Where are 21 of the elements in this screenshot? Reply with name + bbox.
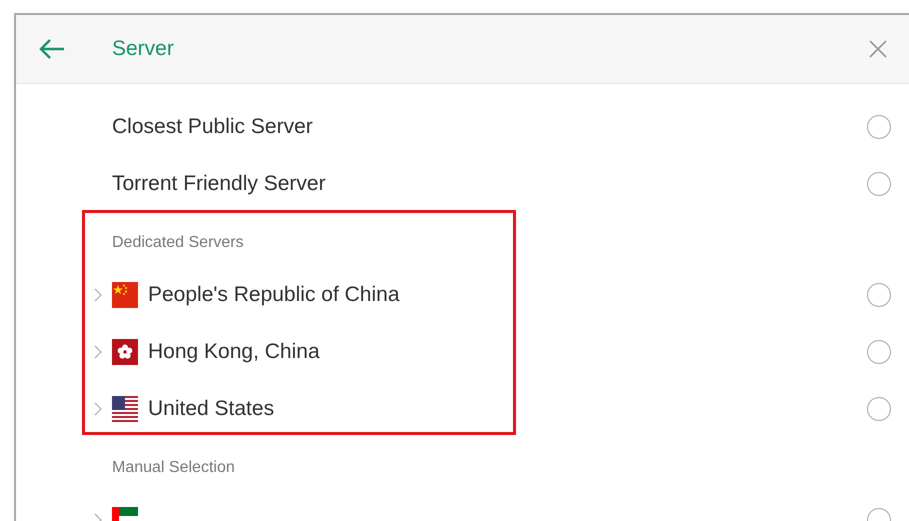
chevron-icon[interactable]	[94, 402, 102, 416]
radio-button[interactable]	[867, 172, 891, 196]
flag-icon	[112, 396, 138, 422]
radio-button[interactable]	[867, 396, 891, 420]
close-icon[interactable]	[868, 39, 888, 59]
chevron-icon[interactable]	[94, 288, 102, 302]
radio-button[interactable]	[867, 340, 891, 364]
country-label[interactable]: United States	[148, 396, 867, 420]
radio-button[interactable]	[867, 282, 891, 306]
country-label[interactable]: Hong Kong, China	[148, 340, 867, 364]
screen-title: Server	[112, 37, 175, 61]
flag-icon	[112, 338, 138, 364]
flag-icon	[112, 282, 138, 308]
section-heading: Dedicated Servers	[112, 233, 245, 253]
server-option-label[interactable]: Torrent Friendly Server	[112, 172, 867, 196]
section-heading: Manual Selection	[112, 458, 236, 478]
country-label[interactable]: People's Republic of China	[148, 282, 867, 306]
radio-button[interactable]	[867, 114, 891, 138]
chevron-icon[interactable]	[94, 344, 102, 358]
server-option-label[interactable]: Closest Public Server	[112, 114, 867, 138]
back-arrow-icon[interactable]	[39, 39, 65, 59]
